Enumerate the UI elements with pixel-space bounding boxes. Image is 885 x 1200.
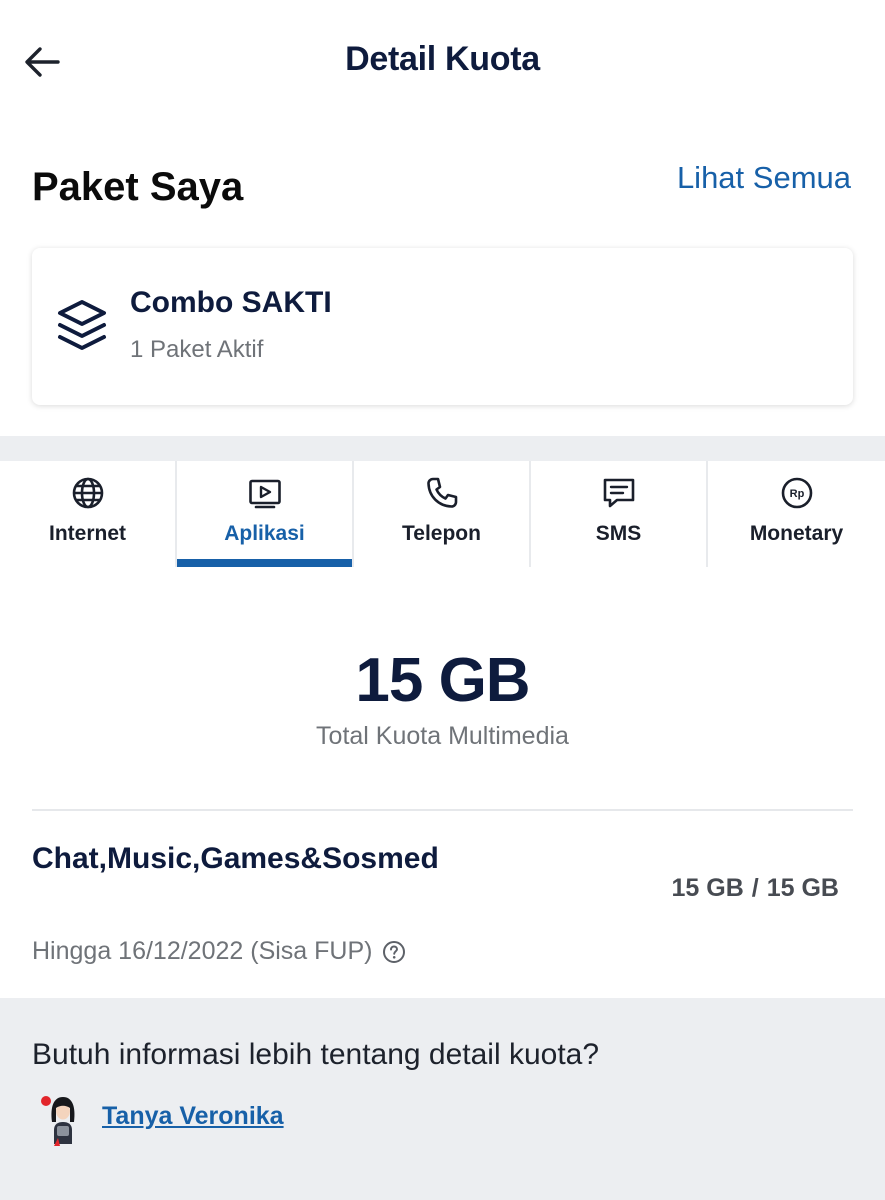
package-card[interactable]: Combo SAKTI 1 Paket Aktif — [32, 248, 853, 405]
detail-kuota-screen: Detail Kuota Paket Saya Lihat Semua Comb… — [0, 0, 885, 1200]
tab-label: Aplikasi — [224, 522, 305, 545]
section-separator — [0, 436, 885, 461]
quota-remaining: 15 GB — [671, 874, 744, 902]
quota-separator: / — [751, 874, 759, 902]
package-status: 1 Paket Aktif — [130, 336, 264, 363]
play-screen-icon — [248, 479, 281, 509]
info-question: Butuh informasi lebih tentang detail kuo… — [32, 1038, 600, 1071]
rupiah-coin-icon: Rp — [781, 477, 812, 509]
see-all-link[interactable]: Lihat Semua — [677, 160, 851, 196]
layers-icon — [58, 300, 106, 350]
question-circle-icon[interactable] — [382, 940, 406, 964]
tab-label: SMS — [595, 522, 642, 545]
ask-veronika-link[interactable]: Tanya Veronika — [102, 1102, 284, 1131]
globe-icon — [72, 477, 103, 509]
tab-label: Internet — [48, 522, 126, 545]
tab-sms[interactable]: SMS — [531, 461, 708, 567]
info-section: Butuh informasi lebih tentang detail kuo… — [0, 998, 885, 1200]
section-title: Paket Saya — [32, 165, 244, 209]
page-title: Detail Kuota — [345, 40, 540, 78]
tab-monetary[interactable]: Rp Monetary — [708, 461, 885, 567]
tab-aplikasi[interactable]: Aplikasi — [177, 461, 354, 567]
tab-telepon[interactable]: Telepon — [354, 461, 531, 567]
tab-internet[interactable]: Internet — [0, 461, 177, 567]
quota-item-expiry: Hingga 16/12/2022 (Sisa FUP) — [32, 937, 406, 966]
divider — [32, 809, 853, 811]
expiry-text: Hingga 16/12/2022 (Sisa FUP) — [32, 937, 373, 965]
quota-type-tabs: Internet Aplikasi Telepon SMS Rp Monetar… — [0, 461, 885, 567]
veronika-avatar-icon — [41, 1096, 75, 1146]
tab-label: Telepon — [402, 522, 481, 545]
quota-limit: 15 GB — [766, 874, 839, 902]
quota-total-value: 15 GB — [355, 646, 530, 715]
svg-text:Rp: Rp — [789, 488, 804, 500]
package-name: Combo SAKTI — [130, 286, 332, 319]
message-icon — [603, 478, 634, 508]
app-header: Detail Kuota — [0, 0, 885, 122]
tab-label: Monetary — [749, 522, 844, 545]
phone-icon — [426, 477, 457, 508]
quota-item-amount: 15 GB/15 GB — [668, 874, 843, 903]
quota-item-name: Chat,Music,Games&Sosmed — [32, 842, 439, 875]
quota-total-caption: Total Kuota Multimedia — [316, 722, 569, 750]
